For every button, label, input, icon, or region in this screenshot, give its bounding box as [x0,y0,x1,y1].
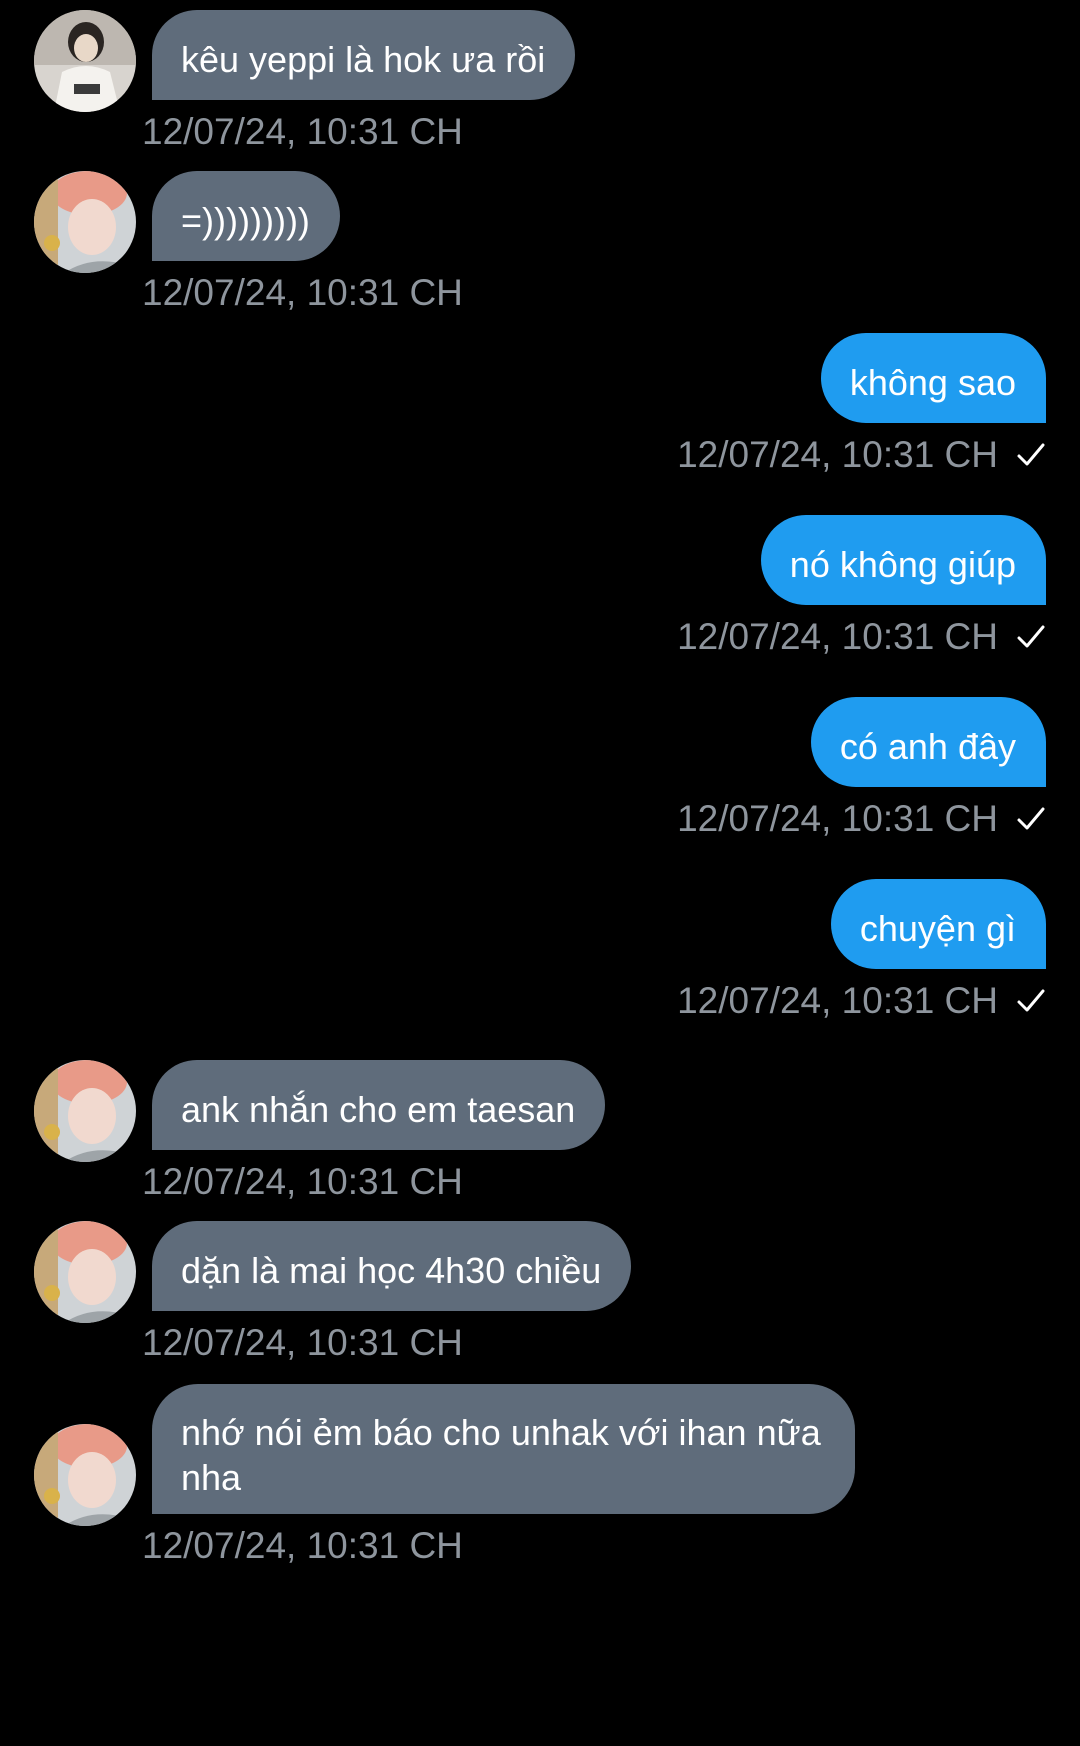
message-bubble-incoming[interactable]: kêu yeppi là hok ưa rồi [152,10,576,100]
message-bubble-outgoing[interactable]: nó không giúp [760,515,1046,605]
avatar[interactable] [34,1221,136,1323]
avatar[interactable] [34,171,136,273]
avatar-user-2-image [34,1060,136,1162]
message-text: nhớ nói ẻm báo cho unhak với ihan nữa nh… [181,1412,821,1498]
avatar-user-2-image [34,171,136,273]
timestamp-text: 12/07/24, 10:31 CH [677,616,998,657]
avatar-user-2-image [34,1424,136,1526]
message-timestamp: 12/07/24, 10:31 CH [142,1525,463,1566]
check-icon [1017,443,1045,466]
message-bubble-incoming[interactable]: ank nhắn cho em taesan [152,1060,606,1150]
message-text: chuyện gì [859,908,1016,949]
check-icon [1017,989,1045,1012]
message-timestamp: 12/07/24, 10:31 CH [142,1161,463,1202]
avatar[interactable] [34,10,136,112]
message-bubble-outgoing[interactable]: chuyện gì [830,879,1046,969]
message-timestamp: 12/07/24, 10:31 CH [142,111,463,152]
message-text: nó không giúp [789,544,1016,585]
message-timestamp: 12/07/24, 10:31 CH [142,272,463,313]
avatar-user-2-image [34,1221,136,1323]
message-timestamp: 12/07/24, 10:31 CH [677,981,1046,1021]
message-bubble-incoming[interactable]: nhớ nói ẻm báo cho unhak với ihan nữa nh… [152,1384,855,1514]
message-text: ank nhắn cho em taesan [181,1089,576,1130]
message-timestamp: 12/07/24, 10:31 CH [142,1322,463,1363]
message-bubble-outgoing[interactable]: không sao [820,333,1046,423]
check-icon [1017,625,1045,648]
message-timestamp: 12/07/24, 10:31 CH [677,799,1046,839]
timestamp-text: 12/07/24, 10:31 CH [677,434,998,475]
message-bubble-incoming[interactable]: =))))))))) [152,171,340,261]
message-text: không sao [849,362,1016,403]
message-text: dặn là mai học 4h30 chiều [181,1250,602,1291]
avatar-user-1-image [34,10,136,112]
chat-thread[interactable]: kêu yeppi là hok ưa rồi 12/07/24, 10:31 … [0,0,1080,1746]
check-icon [1017,807,1045,830]
avatar[interactable] [34,1424,136,1526]
avatar[interactable] [34,1060,136,1162]
message-text: kêu yeppi là hok ưa rồi [181,39,546,80]
timestamp-text: 12/07/24, 10:31 CH [677,980,998,1021]
message-bubble-outgoing[interactable]: có anh đây [810,697,1046,787]
message-bubble-incoming[interactable]: dặn là mai học 4h30 chiều [152,1221,632,1311]
message-timestamp: 12/07/24, 10:31 CH [677,435,1046,475]
message-timestamp: 12/07/24, 10:31 CH [677,617,1046,657]
message-text: có anh đây [839,726,1016,767]
timestamp-text: 12/07/24, 10:31 CH [677,798,998,839]
message-text: =))))))))) [181,200,310,241]
